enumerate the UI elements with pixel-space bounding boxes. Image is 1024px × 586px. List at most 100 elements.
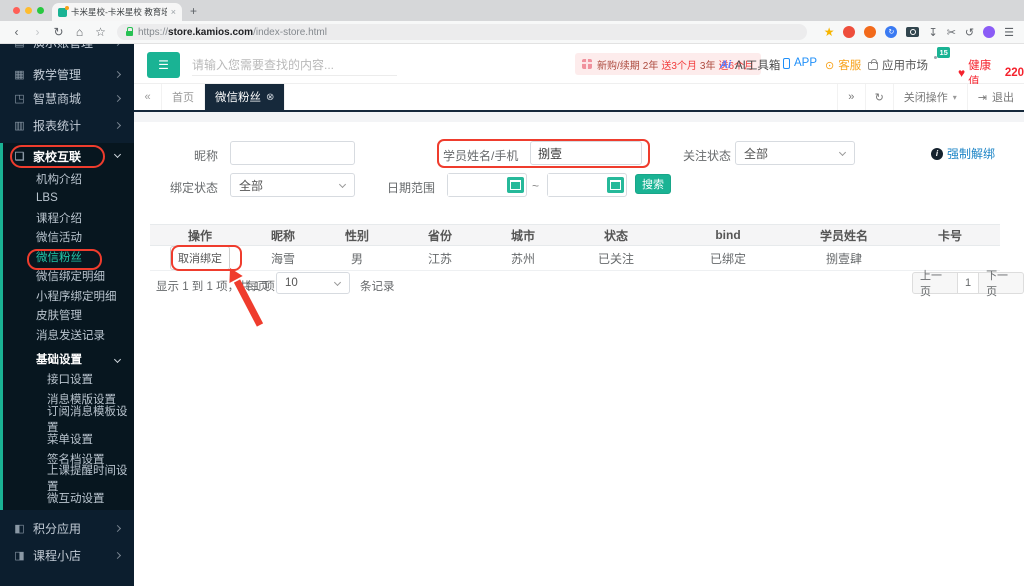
cell-status: 已关注 — [597, 251, 634, 266]
sidebar-item-clipped[interactable]: ▤ 演示账管理 — [0, 44, 134, 54]
sidebar-item-message-log[interactable]: 消息发送记录 — [3, 325, 134, 345]
next-page-button[interactable]: 下一页 — [979, 270, 1024, 298]
search-button[interactable]: 搜索 — [635, 174, 671, 194]
force-unbind-link[interactable]: i 强制解绑 — [931, 145, 995, 162]
download-icon[interactable]: ↧ — [928, 26, 937, 39]
toolbar-extensions: ★ ↻ ↧ ✂ ↺ ☰ — [824, 25, 1024, 39]
zoom-window-button[interactable] — [37, 7, 44, 14]
sidebar-item-mall[interactable]: ◳ 智慧商城 — [0, 86, 134, 110]
tab-home[interactable]: 首页 — [162, 84, 205, 110]
sidebar-item-subscribe-template[interactable]: 订阅消息模板设置 — [3, 406, 134, 434]
nickname-input[interactable] — [230, 141, 355, 165]
student-name-input[interactable] — [530, 141, 642, 165]
screenshot-root: 卡米星校-卡米星校 教育培训… × + ‹ › ↻ ⌂ ☆ https://st… — [0, 0, 1024, 586]
new-tab-button[interactable]: + — [190, 4, 197, 18]
column-header-bind: bind — [715, 228, 741, 242]
date-from-input[interactable] — [448, 174, 504, 196]
tab-label: 微信粉丝 — [215, 92, 261, 104]
reload-icon[interactable]: ↻ — [48, 25, 69, 39]
sidebar-group-home-school: ❏ 家校互联 机构介绍 LBS 课程介绍 微信活动 微信粉丝 微信绑定明细 小程… — [0, 143, 134, 510]
cancel-bind-button[interactable]: 取消绑定 — [170, 246, 230, 270]
sidebar-item-class-reminder-settings[interactable]: 上课提醒时间设置 — [3, 465, 134, 493]
calendar-icon[interactable] — [507, 177, 524, 193]
browser-tab[interactable]: 卡米星校-卡米星校 教育培训… × — [52, 3, 182, 21]
health-value: 220 — [1004, 67, 1024, 79]
tab-bar-actions: » ↻ 关闭操作 ▾ ⇥ 退出 — [836, 84, 1024, 110]
sidebar-item-miniapp-bind-detail[interactable]: 小程序绑定明细 — [3, 286, 134, 306]
sidebar-item-wechat-bind-detail[interactable]: 微信绑定明细 — [3, 267, 134, 287]
sidebar-group-label: 家校互联 — [33, 149, 82, 164]
sidebar-item-report[interactable]: ▥ 报表统计 — [0, 113, 134, 137]
sync-extension-icon[interactable]: ↻ — [885, 26, 898, 38]
per-page-label: 每页 — [246, 281, 269, 293]
chevron-right-icon — [113, 551, 122, 559]
sidebar-item-teaching[interactable]: ▦ 教学管理 — [0, 62, 134, 86]
close-operations-dropdown[interactable]: 关闭操作 ▾ — [892, 84, 967, 110]
follow-status-select[interactable]: 全部 — [735, 141, 855, 165]
sidebar-item-api-settings[interactable]: 接口设置 — [3, 370, 134, 390]
sidebar-item-course-shop[interactable]: ◨ 课程小店 — [0, 543, 134, 567]
scissors-icon[interactable]: ✂ — [947, 26, 956, 39]
sidebar-item-label: 课程介绍 — [36, 212, 82, 225]
profile-extension-icon[interactable] — [983, 26, 996, 38]
force-unbind-label: 强制解绑 — [947, 147, 996, 161]
calendar-icon[interactable] — [607, 177, 624, 193]
screenshot-camera-icon[interactable] — [906, 27, 920, 37]
sidebar-item-points-app[interactable]: ◧ 积分应用 — [0, 516, 134, 540]
customer-service-button[interactable]: ⊙ 客服 — [825, 57, 861, 73]
back-icon[interactable]: ‹ — [6, 25, 27, 39]
bookmark-star-icon[interactable]: ☆ — [90, 25, 111, 39]
refresh-tab-button[interactable]: ↻ — [864, 84, 893, 110]
per-page-select[interactable]: 10 — [276, 272, 350, 294]
forward-icon[interactable]: › — [27, 25, 48, 39]
sidebar-item-lbs[interactable]: LBS — [3, 189, 134, 209]
global-search-input[interactable] — [192, 54, 397, 76]
sidebar-toggle-button[interactable]: ☰ — [147, 52, 180, 78]
pagination: 上一页 1 下一页 — [912, 270, 1024, 298]
sidebar-item-wechat-fans[interactable]: 微信粉丝 — [3, 247, 134, 267]
browser-tab-title: 卡米星校-卡米星校 教育培训… — [71, 7, 167, 17]
close-tab-icon[interactable]: × — [171, 7, 176, 17]
exit-button[interactable]: ⇥ 退出 — [966, 84, 1024, 110]
sidebar-item-org-intro[interactable]: 机构介绍 — [3, 169, 134, 189]
column-header-gender: 性别 — [344, 228, 369, 243]
sidebar-item-basic-settings[interactable]: 基础设置 — [3, 348, 134, 370]
home-icon[interactable]: ⌂ — [69, 25, 90, 39]
url-bar[interactable]: https://store.kamios.com/index-store.htm… — [117, 24, 807, 40]
favorite-star-icon[interactable]: ★ — [824, 25, 835, 39]
undo-icon[interactable]: ↺ — [965, 26, 974, 39]
app-download-button[interactable]: APP — [783, 57, 817, 69]
prev-page-button[interactable]: 上一页 — [912, 270, 958, 298]
collapse-tabs-button[interactable]: « — [134, 84, 162, 110]
table-row: 取消绑定 海雪 男 江苏 苏州 已关注 已绑定 捌壹肆 — [150, 246, 1000, 271]
ai-toolbox-button[interactable]: Ai AI工具箱 — [720, 57, 780, 73]
close-tab-icon[interactable]: ⊗ — [266, 92, 274, 103]
tab-wechat-fans[interactable]: 微信粉丝 ⊗ — [205, 84, 286, 110]
sidebar-item-label: 菜单设置 — [47, 433, 93, 446]
date-to-input[interactable] — [548, 174, 604, 196]
sidebar-item-home-school[interactable]: ❏ 家校互联 — [3, 143, 134, 169]
scroll-tabs-button[interactable]: » — [836, 84, 865, 110]
cart-icon — [868, 59, 878, 70]
minimize-window-button[interactable] — [25, 7, 32, 14]
app-market-label: 应用市场 — [882, 60, 928, 72]
app-market-button[interactable]: 应用市场 — [868, 57, 928, 73]
nickname-label: 昵称 — [193, 149, 218, 163]
chevron-right-icon — [113, 524, 122, 532]
sidebar-item-skin-manage[interactable]: 皮肤管理 — [3, 306, 134, 326]
page-number-button[interactable]: 1 — [957, 272, 980, 294]
extension-orange-icon[interactable] — [864, 26, 877, 38]
sidebar-item-wechat-activity[interactable]: 微信活动 — [3, 228, 134, 248]
chevron-right-icon — [113, 94, 122, 102]
sidebar-item-course-intro[interactable]: 课程介绍 — [3, 208, 134, 228]
browser-menu-icon[interactable]: ☰ — [1004, 26, 1014, 39]
follow-status-value: 全部 — [744, 146, 769, 161]
info-icon: i — [931, 147, 943, 160]
shop-icon: ◨ — [14, 549, 25, 562]
sidebar-item-label: 基础设置 — [36, 353, 82, 366]
game-center-icon[interactable] — [843, 26, 856, 38]
bind-status-select[interactable]: 全部 — [230, 173, 355, 197]
folder-icon: ▤ — [13, 44, 26, 49]
close-operations-label: 关闭操作 — [903, 92, 948, 104]
close-window-button[interactable] — [13, 7, 20, 14]
